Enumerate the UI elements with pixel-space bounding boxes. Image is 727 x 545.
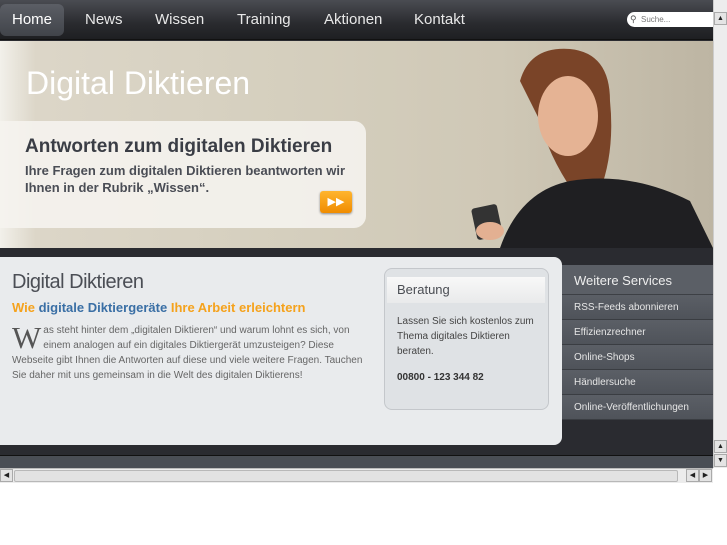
banner-title: Digital Diktieren [26,65,251,101]
page: Home News Wissen Training Aktionen Konta… [0,0,713,468]
search-icon: ⚲ [630,14,637,24]
nav-aktionen[interactable]: Aktionen [312,4,394,36]
search-input[interactable]: ⚲ Suche... [627,12,713,27]
scroll-down-icon[interactable]: ▼ [714,454,727,467]
fast-forward-icon: ▶▶ [327,196,345,208]
service-effizienzrechner[interactable]: Effizienzrechner [562,320,713,345]
intro-text: Was steht hinter dem „digitalen Diktiere… [12,320,372,383]
subtitle: Wie digitale Diktiergeräte Ihre Arbeit e… [12,300,305,315]
service-veroeffentlichungen[interactable]: Online-Veröffentlichungen [562,395,713,420]
nav-news[interactable]: News [73,4,135,36]
scroll-up-icon[interactable]: ▲ [714,440,727,453]
fast-forward-button[interactable]: ▶▶ [320,191,352,213]
services-sidebar: Weitere Services RSS-Feeds abonnieren Ef… [562,265,713,420]
nav-kontakt[interactable]: Kontakt [402,4,477,36]
teaser-heading: Antworten zum digitalen Diktieren [25,136,333,157]
search-placeholder: Suche... [641,15,671,24]
beratung-text: Lassen Sie sich kostenlos zum Thema digi… [397,316,534,357]
drop-cap: W [12,320,42,355]
scrollbar-thumb[interactable] [14,470,678,482]
footer [0,455,713,468]
vertical-scrollbar[interactable]: ▲ ▲ ▼ [713,0,727,468]
beratung-box: Beratung Lassen Sie sich kostenlos zum T… [384,268,549,410]
service-rss[interactable]: RSS-Feeds abonnieren [562,295,713,320]
services-title: Weitere Services [562,265,713,295]
teaser-box: Antworten zum digitalen Diktieren Ihre F… [0,121,366,228]
main-nav: Home News Wissen Training Aktionen Konta… [0,0,713,40]
subtitle-part: Ihre Arbeit erleichtern [167,300,306,315]
nav-wissen[interactable]: Wissen [143,4,216,36]
content-panel: Digital Diktieren Wie digitale Diktierge… [0,257,562,445]
page-title: Digital Diktieren [12,271,144,293]
beratung-phone: 00800 - 123 344 82 [397,372,484,383]
nav-home[interactable]: Home [0,4,65,36]
service-online-shops[interactable]: Online-Shops [562,345,713,370]
nav-training[interactable]: Training [225,4,303,36]
beratung-title: Beratung [387,277,545,303]
service-haendlersuche[interactable]: Händlersuche [562,370,713,395]
woman-with-recorder-image [471,48,713,248]
hero-banner: Digital Diktieren Antworten zum digitale… [0,41,713,248]
scroll-left-icon[interactable]: ◀ [686,469,699,482]
subtitle-highlight: digitale Diktiergeräte [38,300,168,315]
scroll-right-icon[interactable]: ▶ [699,469,712,482]
teaser-text: Ihre Fragen zum digitalen Diktieren bean… [25,163,345,195]
scroll-up-icon[interactable]: ▲ [714,12,727,25]
scroll-left-icon[interactable]: ◀ [0,469,13,482]
intro-body: as steht hinter dem „digitalen Diktieren… [12,325,363,381]
horizontal-scrollbar[interactable]: ◀ ◀ ▶ [0,468,713,483]
subtitle-part: Wie [12,300,39,315]
